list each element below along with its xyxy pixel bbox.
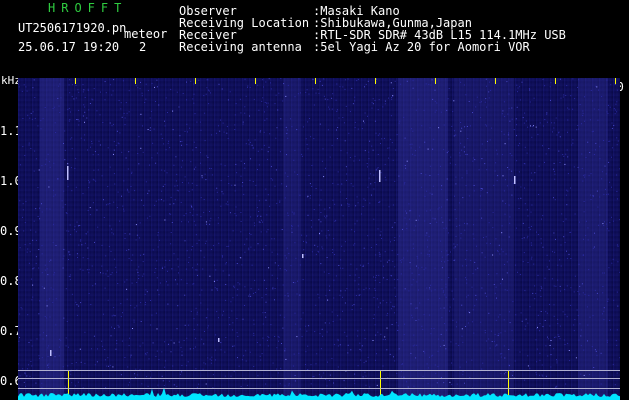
waterfall-noise-layer: [18, 78, 620, 400]
noise-speckle: [18, 78, 620, 389]
x-tick-mark: [435, 78, 436, 84]
x-tick-mark: [375, 78, 376, 84]
reference-line: [18, 370, 620, 371]
antenna-label: Receiving antenna: [179, 40, 302, 54]
antenna-value: :5el Yagi Az 20 for Aomori VOR: [313, 40, 530, 54]
event-type-label: meteor: [124, 27, 168, 41]
x-tick-mark: [135, 78, 136, 84]
filename-label: UT2506171920.pn: [18, 21, 127, 35]
x-tick-mark: [255, 78, 256, 84]
waterfall-spectrogram: [18, 78, 620, 400]
reference-line: [18, 378, 620, 379]
datetime-label: 25.06.17 19:20: [18, 40, 120, 54]
meteor-echo: [379, 170, 381, 182]
x-tick-mark: [195, 78, 196, 84]
meteor-echo: [50, 350, 52, 356]
meteor-echo: [67, 166, 69, 180]
meteor-echo: [218, 338, 220, 342]
meteor-echo: [514, 176, 516, 184]
x-tick-mark: [555, 78, 556, 84]
event-count: 2: [139, 40, 147, 54]
antenna-row: Receiving antenna :5el Yagi Az 20 for Aom…: [179, 41, 530, 53]
meteor-echo: [302, 254, 304, 258]
x-tick-mark: [75, 78, 76, 84]
spectrum-trace: [18, 387, 620, 400]
x-tick-mark: [315, 78, 316, 84]
reference-line: [18, 388, 620, 389]
app-logo: HROFFT: [48, 1, 128, 15]
x-tick-mark: [495, 78, 496, 84]
x-tick-mark: [615, 78, 616, 84]
